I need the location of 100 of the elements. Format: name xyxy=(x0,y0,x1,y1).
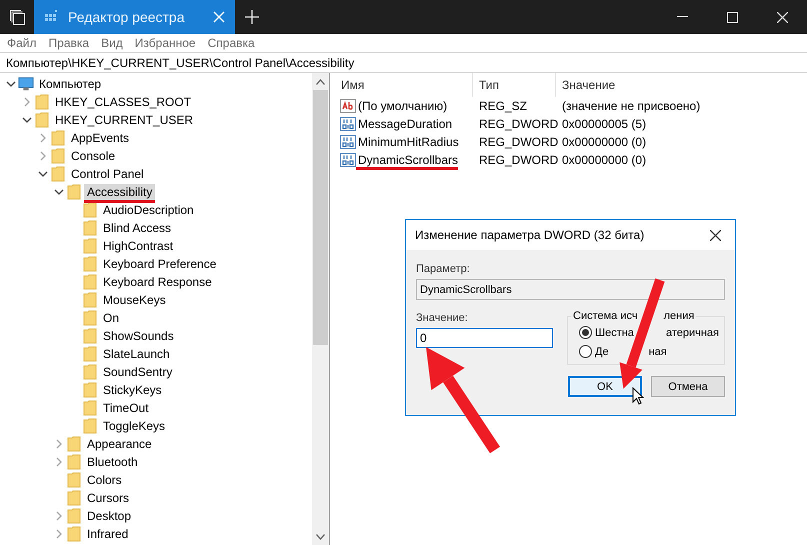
data-cell-text: 0x00000005 (5) xyxy=(561,117,646,131)
tree-item[interactable]: Bluetooth xyxy=(84,454,141,473)
tree-item[interactable]: ShowSounds xyxy=(100,328,177,347)
value-field[interactable]: 0 xyxy=(416,328,553,348)
type-cell-text: REG_DWORD xyxy=(478,135,556,149)
folder-icon xyxy=(51,166,65,182)
tree-item[interactable]: HighContrast xyxy=(100,238,176,257)
type-cell-text: REG_DWORD xyxy=(478,153,556,167)
folder-icon xyxy=(83,310,97,326)
radio-label[interactable]: атеричная xyxy=(666,326,719,338)
tree-item[interactable]: Colors xyxy=(84,472,125,491)
folder-icon xyxy=(67,508,81,524)
folder-icon xyxy=(83,364,97,380)
folder-icon xyxy=(51,148,65,164)
menu-item[interactable]: Правка xyxy=(48,36,90,50)
radio-button[interactable] xyxy=(579,326,592,339)
column-header[interactable]: Значение xyxy=(556,73,807,97)
task-view-icon[interactable] xyxy=(9,9,25,25)
folder-icon xyxy=(67,472,81,488)
name-field: DynamicScrollbars xyxy=(416,279,725,300)
folder-icon xyxy=(35,94,49,110)
binary-value-icon xyxy=(340,116,356,132)
tree-item[interactable]: Control Panel xyxy=(68,166,147,185)
tree-item[interactable]: TimeOut xyxy=(100,400,152,419)
folder-icon xyxy=(67,454,81,470)
menu-item[interactable]: Вид xyxy=(101,36,123,50)
folder-icon xyxy=(83,328,97,344)
tree-item[interactable]: Appearance xyxy=(84,436,155,455)
computer-icon xyxy=(18,76,34,92)
tree-item[interactable]: Keyboard Response xyxy=(100,274,215,293)
binary-value-icon xyxy=(340,134,356,150)
tree-item[interactable]: Компьютер xyxy=(36,76,104,95)
radio-button[interactable] xyxy=(579,345,592,358)
tree-item[interactable]: MouseKeys xyxy=(100,292,169,311)
folder-icon xyxy=(83,202,97,218)
dialog-button[interactable]: Отмена xyxy=(651,376,725,397)
folder-icon xyxy=(83,400,97,416)
tree-item[interactable]: Accessibility xyxy=(84,184,156,203)
maximize-icon[interactable] xyxy=(726,12,738,22)
folder-icon xyxy=(67,184,81,200)
scroll-up-icon[interactable] xyxy=(316,78,325,84)
value-name[interactable]: DynamicScrollbars xyxy=(356,153,458,170)
tree-item[interactable]: Blind Access xyxy=(100,220,174,239)
radio-label[interactable]: Шестна xyxy=(595,326,634,338)
menu-item[interactable]: Избранное xyxy=(134,36,196,50)
window-tab[interactable]: Редактор реестра xyxy=(34,0,235,34)
dialog-button[interactable]: OK xyxy=(568,376,642,397)
binary-value-icon xyxy=(340,152,356,168)
tree-item[interactable]: HKEY_CLASSES_ROOT xyxy=(52,94,194,113)
type-cell-text: REG_SZ xyxy=(478,99,528,113)
value-name[interactable]: MessageDuration xyxy=(356,117,452,134)
column-header[interactable]: Имя xyxy=(335,73,473,97)
folder-icon xyxy=(83,274,97,290)
window-title: Редактор реестра xyxy=(68,9,186,25)
type-cell-text: REG_DWORD xyxy=(478,117,556,131)
tree-item[interactable]: AppEvents xyxy=(68,130,132,149)
folder-icon xyxy=(83,220,97,236)
menu-item[interactable]: Файл xyxy=(7,36,37,50)
tree-item[interactable]: Console xyxy=(68,148,118,167)
field-label: Значение: xyxy=(416,312,469,324)
tree-item[interactable]: AudioDescription xyxy=(100,202,197,221)
plus-icon[interactable] xyxy=(245,10,259,24)
menu-item[interactable]: Справка xyxy=(208,36,255,50)
tree-item[interactable]: Cursors xyxy=(84,490,132,509)
tree-item[interactable]: ToggleKeys xyxy=(100,418,168,437)
close-icon[interactable] xyxy=(710,230,720,240)
registry-icon xyxy=(44,10,58,24)
tree-item[interactable]: StickyKeys xyxy=(100,382,165,401)
scrollbar[interactable] xyxy=(312,73,329,545)
address-bar[interactable]: Компьютер\HKEY_CURRENT_USER\Control Panel\Accessibility xyxy=(0,52,807,73)
folder-icon xyxy=(51,130,65,146)
tree-item[interactable]: HKEY_CURRENT_USER xyxy=(52,112,196,131)
tree-item[interactable]: SoundSentry xyxy=(100,364,176,383)
folder-icon xyxy=(83,238,97,254)
folder-icon xyxy=(67,490,81,506)
data-cell-text: 0x00000000 (0) xyxy=(561,153,646,167)
scroll-down-icon[interactable] xyxy=(316,534,325,540)
group-label: Система исч xyxy=(573,310,638,322)
string-value-icon xyxy=(340,98,356,114)
data-cell-text: (значение не присвоено) xyxy=(561,99,700,113)
folder-icon xyxy=(67,436,81,452)
mouse-cursor-icon xyxy=(632,387,644,405)
folder-icon xyxy=(83,256,97,272)
folder-icon xyxy=(83,382,97,398)
radio-label[interactable]: Де xyxy=(595,346,609,358)
tree-item[interactable]: On xyxy=(100,310,122,329)
data-cell-text: 0x00000000 (0) xyxy=(561,135,646,149)
tree-item[interactable]: Keyboard Preference xyxy=(100,256,220,275)
tree-item[interactable]: Infrared xyxy=(84,526,132,545)
scrollbar-thumb[interactable] xyxy=(313,90,328,345)
value-name[interactable]: (По умолчанию) xyxy=(356,99,448,116)
value-name[interactable]: MinimumHitRadius xyxy=(356,135,459,152)
tree-item[interactable]: SlateLaunch xyxy=(100,346,173,365)
folder-icon xyxy=(67,526,81,542)
minimize-icon[interactable] xyxy=(676,16,688,18)
tree-item[interactable]: Desktop xyxy=(84,508,134,527)
column-header[interactable]: Тип xyxy=(473,73,556,97)
folder-icon xyxy=(83,292,97,308)
folder-icon xyxy=(83,418,97,434)
radio-label[interactable]: ная xyxy=(648,346,667,358)
